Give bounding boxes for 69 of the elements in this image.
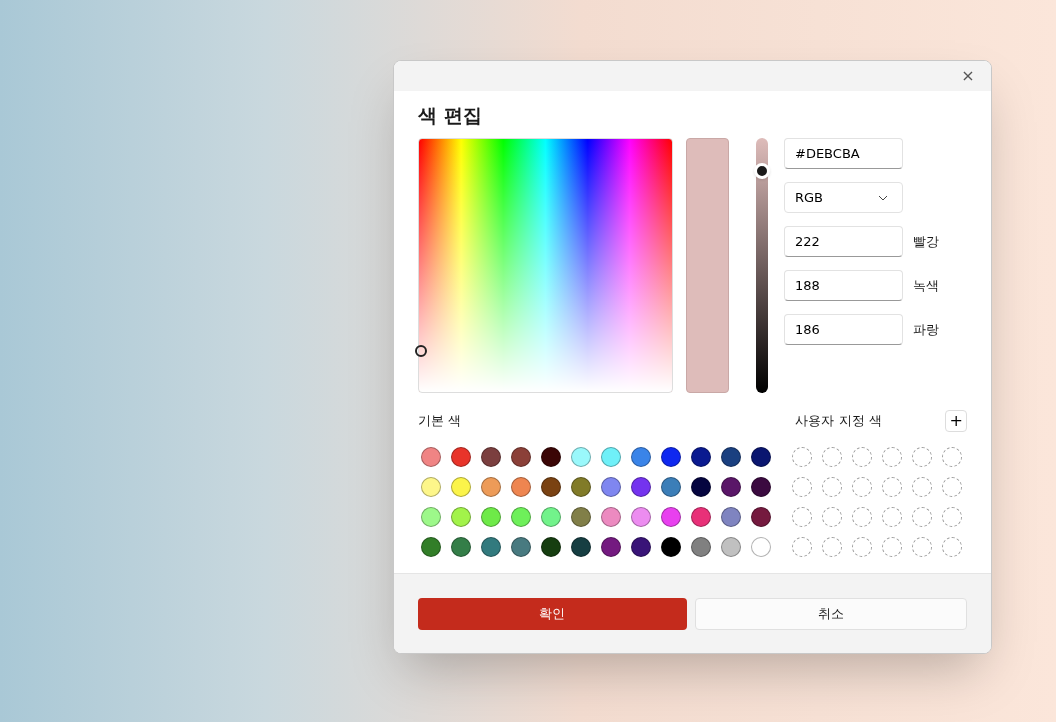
color-swatch[interactable] [661,477,681,497]
confirm-button[interactable]: 확인 [418,597,687,630]
color-swatch[interactable] [661,447,681,467]
color-swatch[interactable] [541,447,561,467]
color-swatch[interactable] [601,537,621,557]
color-swatch[interactable] [481,477,501,497]
color-swatch[interactable] [631,477,651,497]
chevron-down-icon [878,194,888,201]
color-swatch[interactable] [481,507,501,527]
color-swatch[interactable] [541,537,561,557]
close-button[interactable]: × [953,63,983,89]
color-swatch[interactable] [571,477,591,497]
color-spectrum[interactable] [418,138,673,393]
color-swatch[interactable] [421,447,441,467]
color-swatch[interactable] [421,477,441,497]
color-swatch[interactable] [571,537,591,557]
color-swatch[interactable] [721,507,741,527]
slider-thumb[interactable] [754,163,770,179]
color-swatch[interactable] [751,537,771,557]
color-swatch[interactable] [751,477,771,497]
color-swatch[interactable] [511,507,531,527]
color-swatch[interactable] [571,507,591,527]
color-swatch[interactable] [751,447,771,467]
spectrum-cursor[interactable] [415,344,428,357]
channel-label: 파랑 [913,320,939,339]
color-swatch[interactable] [421,507,441,527]
cancel-button[interactable]: 취소 [694,597,967,630]
add-color-button[interactable]: + [945,410,967,432]
color-swatch[interactable] [751,507,771,527]
dialog-title: 색 편집 [418,103,483,128]
color-swatch[interactable] [691,537,711,557]
color-swatch[interactable] [511,447,531,467]
channel-input[interactable]: 186 [784,314,903,345]
color-swatch[interactable] [631,507,651,527]
color-swatch[interactable] [511,537,531,557]
brightness-slider[interactable] [756,138,768,393]
color-swatch[interactable] [691,477,711,497]
mode-text: RGB [795,188,824,207]
channel-input[interactable]: 188 [784,270,903,301]
color-swatch[interactable] [541,477,561,497]
color-swatch[interactable] [511,477,531,497]
color-swatch[interactable] [451,507,471,527]
color-swatch[interactable] [721,477,741,497]
color-swatch[interactable] [601,507,621,527]
color-swatch[interactable] [601,477,621,497]
color-swatch[interactable] [721,537,741,557]
channel-input[interactable]: 222 [784,226,903,257]
color-swatch[interactable] [571,447,591,467]
color-swatch[interactable] [451,447,471,467]
color-swatch[interactable] [451,477,471,497]
color-swatch[interactable] [691,447,711,467]
color-swatch[interactable] [451,537,471,557]
color-swatch[interactable] [631,447,651,467]
hex-input[interactable]: #DEBCBA [784,138,903,169]
color-swatch[interactable] [631,537,651,557]
color-swatch[interactable] [481,537,501,557]
channel-label: 녹색 [913,276,939,295]
color-swatch[interactable] [661,507,681,527]
section-label: 사용자 지정 색 [795,412,883,431]
color-swatch[interactable] [541,507,561,527]
color-swatch[interactable] [421,537,441,557]
mode-dropdown[interactable]: RGB [784,182,903,213]
color-swatch[interactable] [481,447,501,467]
channel-label: 빨강 [913,232,939,251]
color-swatch[interactable] [661,537,681,557]
color-swatch[interactable] [601,447,621,467]
color-swatch[interactable] [691,507,711,527]
color-swatch[interactable] [721,447,741,467]
section-label: 기본 색 [418,412,463,431]
